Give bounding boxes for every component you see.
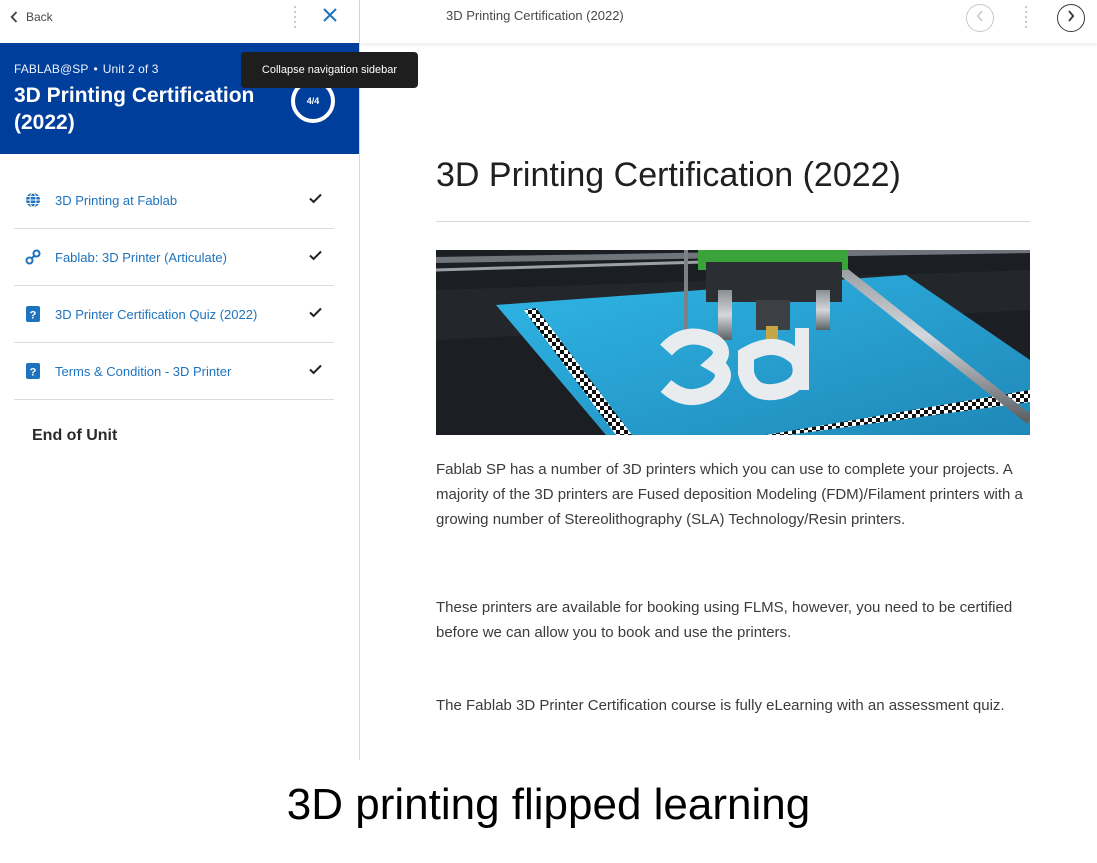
nav-item-label: 3D Printer Certification Quiz (2022): [55, 306, 258, 322]
end-of-unit-label: End of Unit: [32, 427, 118, 444]
unit-info: Unit 2 of 3: [102, 62, 159, 76]
content-paragraph: Fablab SP has a number of 3D printers wh…: [436, 461, 1023, 528]
nav-item-label: Fablab: 3D Printer (Articulate): [55, 249, 227, 265]
nav-item-terms-and-condition[interactable]: ? Terms & Condition - 3D Printer: [14, 343, 334, 400]
unit-title: 3D Printing Certification (2022): [14, 84, 255, 134]
next-topic-button[interactable]: [1057, 4, 1085, 32]
nav-item-3d-printer-articulate[interactable]: Fablab: 3D Printer (Articulate): [14, 229, 334, 286]
checkmark-icon: [309, 362, 322, 380]
checkmark-icon: [309, 305, 322, 323]
3d-printer-hero-image: [436, 250, 1030, 435]
topic-content: 3D Printing Certification (2022) Fablab …: [436, 150, 1030, 714]
nav-item-3d-printing-at-fablab[interactable]: 3D Printing at Fablab: [14, 172, 334, 229]
svg-text:?: ?: [30, 367, 37, 379]
chevron-right-icon: [1067, 9, 1075, 27]
globe-icon: [25, 192, 41, 208]
nav-item-label: Terms & Condition - 3D Printer: [55, 363, 232, 379]
content-topbar: 3D Printing Certification (2022): [360, 0, 1097, 43]
previous-topic-button[interactable]: [966, 4, 994, 32]
checkmark-icon: [309, 248, 322, 266]
nav-item-certification-quiz[interactable]: ? 3D Printer Certification Quiz (2022): [14, 286, 334, 343]
slide-caption: 3D printing flipped learning: [286, 780, 811, 829]
topbar-title: 3D Printing Certification (2022): [446, 8, 624, 23]
chevron-left-icon: [976, 9, 984, 27]
nav-item-label: 3D Printing at Fablab: [55, 192, 178, 208]
navigation-sidebar: Back FABLAB@SP • Unit 2 of 3 3D Printing C…: [0, 0, 360, 760]
org-name: FABLAB@SP: [14, 62, 89, 76]
progress-count: 4/4: [306, 96, 320, 106]
content-paragraph: The Fablab 3D Printer Certification cour…: [436, 697, 1005, 714]
back-label: Back: [26, 10, 53, 24]
separator-dot: •: [93, 62, 98, 76]
checkmark-icon: [309, 191, 322, 209]
collapse-sidebar-tooltip: Collapse navigation sidebar: [241, 52, 418, 88]
svg-text:?: ?: [30, 310, 37, 322]
more-options-icon[interactable]: [291, 6, 299, 28]
sidebar-topbar: Back: [0, 0, 359, 43]
page-title: 3D Printing Certification (2022): [436, 150, 1030, 222]
collapse-sidebar-button[interactable]: [319, 6, 341, 28]
unit-nav-list: 3D Printing at Fablab Fablab: 3D Printer…: [14, 172, 334, 400]
back-button[interactable]: Back: [10, 8, 53, 26]
close-icon: [323, 7, 337, 27]
more-options-icon[interactable]: [1022, 6, 1030, 28]
chevron-left-icon: [10, 11, 18, 23]
link-icon: [25, 249, 41, 265]
quiz-icon: ?: [25, 363, 41, 379]
unit-meta: FABLAB@SP • Unit 2 of 3: [14, 62, 159, 76]
quiz-icon: ?: [25, 306, 41, 322]
content-paragraph: These printers are available for booking…: [436, 599, 1013, 641]
